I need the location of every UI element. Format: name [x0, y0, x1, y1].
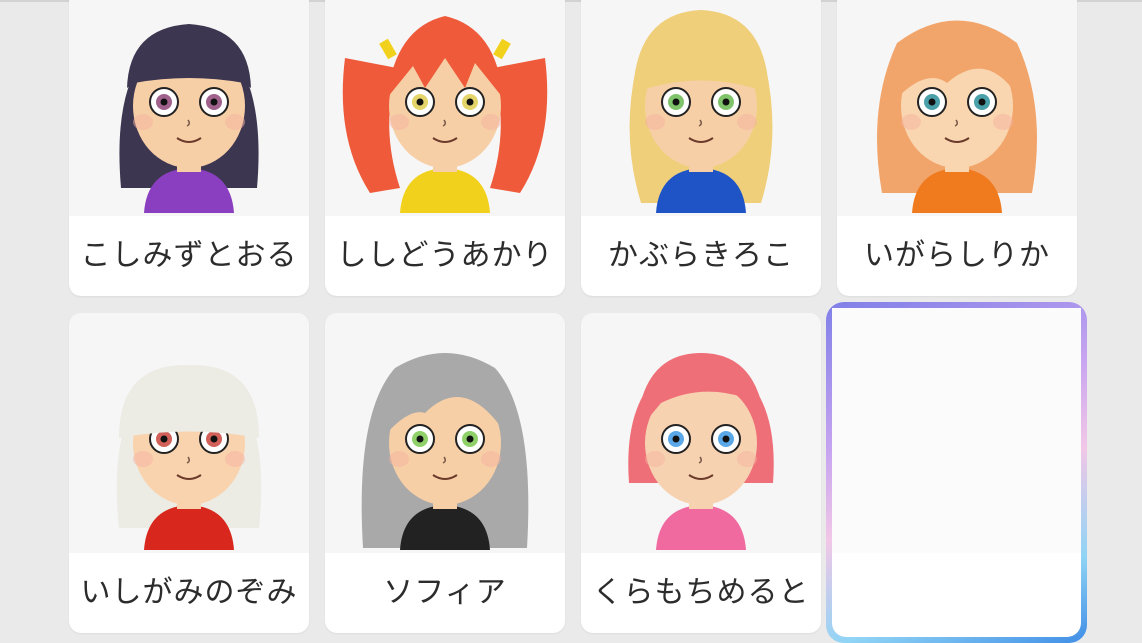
mii-portrait — [325, 313, 565, 553]
mii-portrait — [69, 313, 309, 553]
empty-slot-name — [832, 553, 1081, 633]
mii-portrait — [581, 0, 821, 216]
mii-portrait — [581, 313, 821, 553]
mii-card[interactable]: くらもちめると — [581, 313, 821, 633]
mii-card[interactable]: いしがみのぞみ — [69, 313, 309, 633]
mii-portrait — [325, 0, 565, 216]
mii-portrait — [69, 0, 309, 216]
mii-card[interactable]: ししどうあかり — [325, 0, 565, 296]
mii-card[interactable]: いがらしりか — [837, 0, 1077, 296]
mii-name: いしがみのぞみ — [80, 575, 298, 610]
empty-mii-slot[interactable] — [832, 308, 1081, 637]
mii-portrait — [837, 0, 1077, 216]
mii-name: いがらしりか — [864, 238, 1050, 273]
mii-card[interactable]: ソフィア — [325, 313, 565, 633]
mii-card[interactable]: こしみずとおる — [69, 0, 309, 296]
mii-name: ソフィア — [383, 575, 507, 610]
mii-grid: こしみずとおる ししどうあかり かぶらきろこ いがらしりか いしがみのぞみ ソフ… — [0, 0, 1142, 643]
mii-name: こしみずとおる — [80, 238, 298, 273]
mii-name: ししどうあかり — [336, 238, 554, 273]
mii-card[interactable]: かぶらきろこ — [581, 0, 821, 296]
mii-name: かぶらきろこ — [608, 238, 794, 273]
empty-portrait — [832, 308, 1081, 553]
mii-name: くらもちめると — [592, 575, 810, 610]
